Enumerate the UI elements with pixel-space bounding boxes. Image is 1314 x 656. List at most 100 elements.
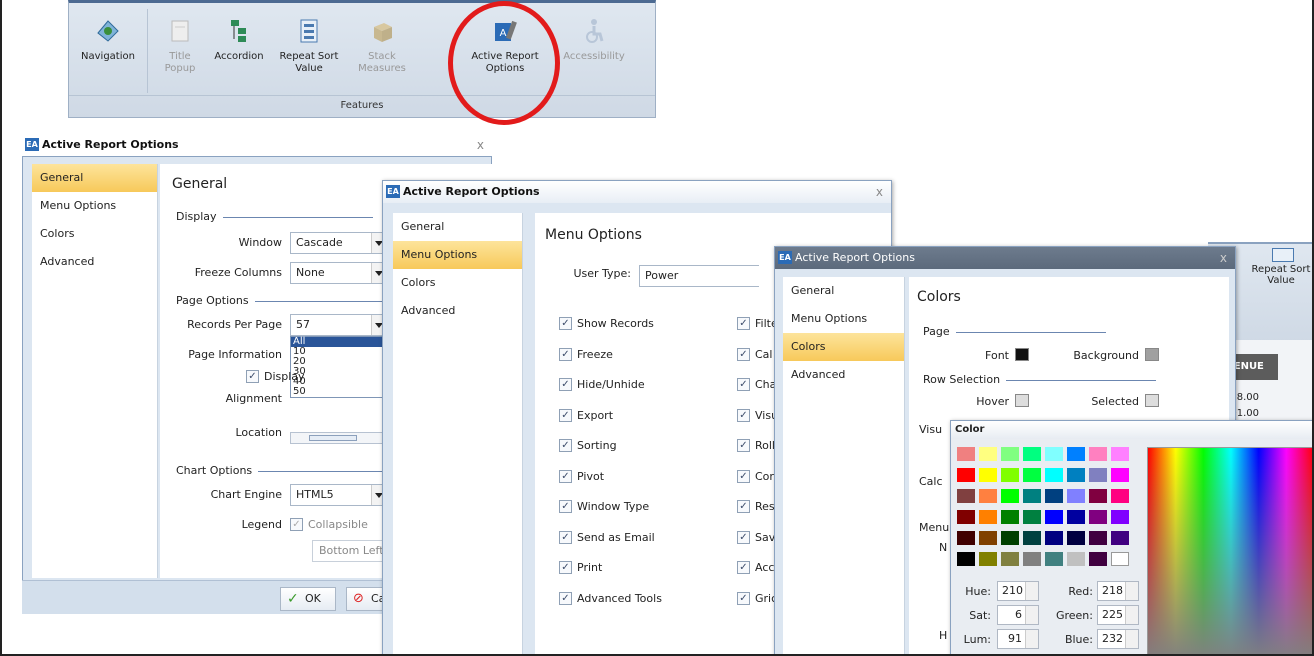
color-swatch[interactable] <box>1111 468 1129 482</box>
color-swatch[interactable] <box>1023 468 1041 482</box>
menu-option-checkbox[interactable]: ✓ Visu <box>737 408 778 423</box>
color-swatch[interactable] <box>957 468 975 482</box>
menu-option-checkbox[interactable]: ✓ Show Records <box>559 317 654 331</box>
navigation-button[interactable]: Navigation <box>73 11 143 91</box>
menu-option-checkbox[interactable]: ✓ Advanced Tools <box>559 591 662 606</box>
color-swatch[interactable] <box>1023 489 1041 503</box>
color-swatch[interactable] <box>1001 489 1019 503</box>
color-swatch[interactable] <box>1067 447 1085 461</box>
color-swatch[interactable] <box>979 510 997 524</box>
menu-option-checkbox[interactable]: ✓ Export <box>559 408 613 423</box>
title-popup-button[interactable]: Title Popup <box>153 11 207 91</box>
records-option[interactable]: 50 <box>291 387 385 397</box>
nav-general[interactable]: General <box>32 164 157 192</box>
accordion-button[interactable]: Accordion <box>209 11 269 91</box>
color-swatch[interactable] <box>1045 510 1063 524</box>
location-scrollbar[interactable] <box>290 432 386 444</box>
nav-advanced[interactable]: Advanced <box>32 248 157 276</box>
color-swatch[interactable] <box>1045 531 1063 545</box>
selected-color-button[interactable] <box>1145 394 1159 407</box>
nav-colors[interactable]: Colors <box>393 269 522 297</box>
menu-option-checkbox[interactable]: ✓ Acc <box>737 561 774 575</box>
ok-button[interactable]: ✓ OK <box>280 587 336 611</box>
color-swatch[interactable] <box>1023 531 1041 545</box>
nav-menu-options[interactable]: Menu Options <box>783 305 904 333</box>
color-swatch[interactable] <box>979 489 997 503</box>
menu-option-checkbox[interactable]: ✓ Freeze <box>559 347 613 362</box>
font-color-button[interactable] <box>1015 348 1029 361</box>
sat-spinner[interactable]: 6 <box>997 605 1039 625</box>
collapsible-checkbox[interactable]: ✓ Collapsible <box>290 518 368 532</box>
accessibility-button[interactable]: Accessibility <box>553 11 635 91</box>
color-swatch[interactable] <box>1001 552 1019 566</box>
color-spectrum[interactable] <box>1147 447 1312 654</box>
menu-option-checkbox[interactable]: ✓ Send as Email <box>559 530 655 545</box>
color-swatch[interactable] <box>1023 552 1041 566</box>
menu-option-checkbox[interactable]: ✓ Pivot <box>559 469 604 484</box>
color-swatch[interactable] <box>1045 447 1063 461</box>
color-swatch[interactable] <box>1111 531 1129 545</box>
color-swatch[interactable] <box>1045 552 1063 566</box>
menu-option-checkbox[interactable]: ✓ Cha <box>737 378 776 392</box>
menu-option-checkbox[interactable]: ✓ Hide/Unhide <box>559 378 645 392</box>
menu-option-checkbox[interactable]: ✓ Window Type <box>559 500 649 514</box>
hover-color-button[interactable] <box>1015 394 1029 407</box>
records-per-page-select[interactable]: 57 <box>290 314 386 336</box>
menu-option-checkbox[interactable]: ✓ Res <box>737 500 775 514</box>
stack-measures-button[interactable]: Stack Measures <box>351 11 413 91</box>
close-icon[interactable]: x <box>1220 247 1227 269</box>
color-swatch[interactable] <box>957 489 975 503</box>
freeze-columns-select[interactable]: None <box>290 262 386 284</box>
color-swatch[interactable] <box>957 447 975 461</box>
menu-option-checkbox[interactable]: ✓ Cal <box>737 347 772 362</box>
menu-option-checkbox[interactable]: ✓ Cor <box>737 469 774 484</box>
hue-spinner[interactable]: 210 <box>997 581 1039 601</box>
color-swatch[interactable] <box>1045 468 1063 482</box>
repeat-sort-value-button[interactable]: Repeat Sort Value <box>273 11 345 91</box>
background-color-button[interactable] <box>1145 348 1159 361</box>
legend-position-select[interactable]: Bottom Left <box>312 540 388 562</box>
menu-option-checkbox[interactable]: ✓ Gric <box>737 591 777 606</box>
color-swatch[interactable] <box>1111 447 1129 461</box>
color-swatch[interactable] <box>1067 468 1085 482</box>
color-swatch[interactable] <box>979 531 997 545</box>
color-swatch[interactable] <box>957 531 975 545</box>
nav-colors[interactable]: Colors <box>783 333 904 361</box>
menu-option-checkbox[interactable]: ✓ Roll <box>737 439 775 453</box>
color-swatch[interactable] <box>1067 489 1085 503</box>
menu-option-checkbox[interactable]: ✓ Filte <box>737 317 778 331</box>
close-icon[interactable]: x <box>876 181 883 203</box>
color-swatch[interactable] <box>979 468 997 482</box>
color-swatch[interactable] <box>1001 447 1019 461</box>
user-type-select[interactable]: Power <box>639 265 759 287</box>
color-swatch[interactable] <box>1089 468 1107 482</box>
nav-advanced[interactable]: Advanced <box>393 297 522 325</box>
menu-option-checkbox[interactable]: ✓ Print <box>559 561 602 575</box>
close-icon[interactable]: x <box>477 134 484 156</box>
color-swatch[interactable] <box>1023 510 1041 524</box>
lum-spinner[interactable]: 91 <box>997 629 1039 649</box>
nav-advanced[interactable]: Advanced <box>783 361 904 389</box>
display-checkbox[interactable]: ✓ Display <box>246 370 305 384</box>
color-swatch[interactable] <box>1089 552 1107 566</box>
chart-engine-select[interactable]: HTML5 <box>290 484 386 506</box>
scrollbar-thumb[interactable] <box>309 435 357 441</box>
color-swatch[interactable] <box>1111 552 1129 566</box>
nav-colors[interactable]: Colors <box>32 220 157 248</box>
color-swatch[interactable] <box>1045 489 1063 503</box>
color-swatch[interactable] <box>1001 510 1019 524</box>
color-swatch[interactable] <box>979 552 997 566</box>
menu-option-checkbox[interactable]: ✓ Sorting <box>559 439 617 453</box>
color-swatch[interactable] <box>957 510 975 524</box>
color-swatch[interactable] <box>1111 489 1129 503</box>
color-swatch[interactable] <box>957 552 975 566</box>
red-spinner[interactable]: 218 <box>1097 581 1139 601</box>
blue-spinner[interactable]: 232 <box>1097 629 1139 649</box>
color-swatch[interactable] <box>1001 531 1019 545</box>
color-swatch[interactable] <box>1067 552 1085 566</box>
color-swatch[interactable] <box>1089 510 1107 524</box>
color-swatch[interactable] <box>1067 531 1085 545</box>
color-swatch[interactable] <box>1089 531 1107 545</box>
nav-general[interactable]: General <box>393 213 522 241</box>
nav-menu-options[interactable]: Menu Options <box>393 241 522 269</box>
